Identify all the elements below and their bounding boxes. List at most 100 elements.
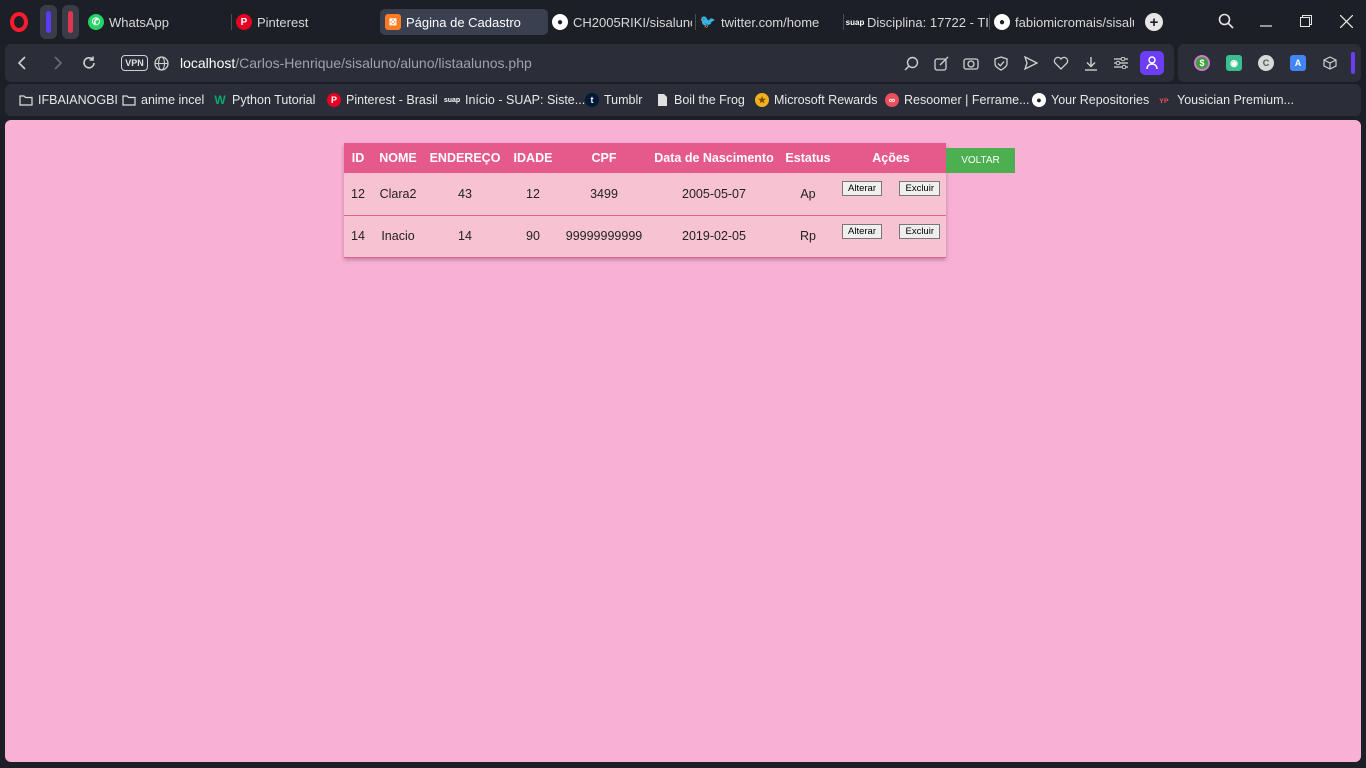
- cell-nome: Clara2: [372, 173, 424, 216]
- tab-strip: ✆ WhatsApp P Pinterest ⊠ Página de Cadas…: [0, 0, 1366, 44]
- bookmark-label: Yousician Premium...: [1177, 93, 1294, 107]
- extensions-bar: $ ◉ C A: [1178, 44, 1361, 82]
- url-path: /Carlos-Henrique/sisaluno/aluno/listaalu…: [235, 55, 532, 71]
- bookmark-python-tutorial[interactable]: W Python Tutorial: [213, 93, 315, 107]
- alterar-button[interactable]: Alterar: [842, 181, 882, 196]
- header-idade: IDADE: [506, 143, 560, 173]
- search-in-page-icon[interactable]: [903, 55, 919, 71]
- bookmark-suap[interactable]: suap Início - SUAP: Siste...: [444, 93, 585, 107]
- send-icon[interactable]: [1023, 55, 1039, 71]
- shield-icon[interactable]: [993, 55, 1009, 71]
- cell-acoes: Alterar Excluir: [836, 215, 946, 258]
- cell-data-nascimento: 2005-05-07: [648, 173, 780, 216]
- tab-label: Página de Cadastro: [406, 14, 521, 30]
- bookmarks-bar: IFBAIANOGBI anime incel W Python Tutoria…: [5, 84, 1361, 116]
- grammarly-extension-icon[interactable]: ◉: [1226, 55, 1242, 71]
- bookmark-label: Python Tutorial: [232, 93, 316, 107]
- table-header-row: ID NOME ENDEREÇO IDADE CPF Data de Nasci…: [344, 143, 946, 173]
- cell-estatus: Ap: [780, 173, 836, 216]
- cell-idade: 12: [506, 173, 560, 216]
- header-id: ID: [344, 143, 372, 173]
- extensions-cube-icon[interactable]: [1322, 55, 1338, 71]
- page-viewport: ID NOME ENDEREÇO IDADE CPF Data de Nasci…: [5, 120, 1361, 762]
- folder-icon: [19, 93, 33, 107]
- vpn-badge[interactable]: VPN: [121, 55, 148, 71]
- excluir-button[interactable]: Excluir: [899, 223, 940, 239]
- students-table: ID NOME ENDEREÇO IDADE CPF Data de Nasci…: [344, 143, 946, 258]
- url-host: localhost: [180, 55, 236, 71]
- profile-button[interactable]: [1140, 51, 1164, 75]
- globe-icon[interactable]: [152, 54, 170, 72]
- tab-github-sisaluno[interactable]: ● CH2005RIKI/sisaluno: [552, 9, 692, 35]
- tab-suap-disciplina[interactable]: suap Disciplina: 17722 - TIN: [846, 9, 988, 35]
- bookmark-microsoft-rewards[interactable]: ★ Microsoft Rewards: [755, 93, 878, 107]
- cell-data-nascimento: 2019-02-05: [648, 215, 780, 258]
- cell-estatus: Rp: [780, 215, 836, 258]
- bookmark-boil-the-frog[interactable]: Boil the Frog: [655, 93, 745, 107]
- tab-label: Disciplina: 17722 - TIN: [867, 14, 988, 30]
- header-nome: NOME: [372, 143, 424, 173]
- url-field[interactable]: localhost/Carlos-Henrique/sisaluno/aluno…: [180, 55, 532, 71]
- github-icon: ●: [994, 14, 1010, 30]
- tab-github-fabiomicromais[interactable]: ● fabiomicromais/sisalun: [994, 9, 1134, 35]
- cell-idade: 90: [506, 215, 560, 258]
- tab-label: CH2005RIKI/sisaluno: [573, 14, 692, 30]
- easy-setup-icon[interactable]: [1113, 55, 1129, 71]
- share-icon[interactable]: [933, 55, 949, 71]
- github-icon: ●: [1032, 93, 1046, 107]
- suap-icon: suap: [846, 17, 865, 27]
- bookmark-your-repositories[interactable]: ● Your Repositories: [1032, 93, 1149, 107]
- cell-nome: Inacio: [372, 215, 424, 258]
- whatsapp-icon: ✆: [88, 14, 104, 30]
- bookmark-label: Tumblr: [604, 93, 643, 107]
- suap-icon: suap: [443, 96, 461, 104]
- alterar-button[interactable]: Alterar: [842, 223, 882, 239]
- resoomer-icon: ∞: [885, 93, 899, 107]
- heart-icon[interactable]: [1053, 55, 1069, 71]
- address-bar: VPN localhost/Carlos-Henrique/sisaluno/a…: [5, 44, 1174, 82]
- back-button[interactable]: [13, 54, 31, 72]
- minimize-button[interactable]: [1254, 10, 1278, 32]
- sidebar-toggle-button[interactable]: [40, 5, 57, 39]
- search-tabs-icon[interactable]: [1214, 10, 1238, 32]
- translate-extension-icon[interactable]: A: [1290, 55, 1306, 71]
- dollar-extension-icon[interactable]: $: [1194, 55, 1210, 71]
- header-estatus: Estatus: [780, 143, 836, 173]
- tab-label: Pinterest: [257, 14, 309, 30]
- cell-acoes: Alterar Excluir: [836, 173, 946, 216]
- bookmark-pinterest-brasil[interactable]: P Pinterest - Brasil: [327, 93, 438, 107]
- camera-icon[interactable]: [963, 55, 979, 71]
- bookmark-label: Resoomer | Ferrame...: [904, 93, 1030, 107]
- bookmark-label: Boil the Frog: [674, 93, 745, 107]
- opera-logo-icon[interactable]: [10, 12, 28, 32]
- table-row: 12 Clara2 43 12 3499 2005-05-07 Ap Alter…: [344, 173, 946, 216]
- forward-button[interactable]: [49, 54, 67, 72]
- restore-button[interactable]: [1294, 10, 1318, 32]
- bookmark-resoomer[interactable]: ∞ Resoomer | Ferrame...: [885, 93, 1030, 107]
- tab-label: twitter.com/home: [721, 14, 820, 30]
- bookmark-anime-incel[interactable]: anime incel: [122, 93, 204, 107]
- new-tab-button[interactable]: +: [1145, 13, 1163, 31]
- sidebar-accent: [1351, 52, 1355, 74]
- tab-whatsapp[interactable]: ✆ WhatsApp: [88, 9, 228, 35]
- excluir-button[interactable]: Excluir: [899, 181, 940, 196]
- header-acoes: Ações: [836, 143, 946, 173]
- bookmark-label: Microsoft Rewards: [774, 93, 878, 107]
- w3schools-icon: W: [214, 93, 226, 107]
- bookmark-yousician[interactable]: ʏᴘ Yousician Premium...: [1156, 93, 1294, 107]
- reload-button[interactable]: [80, 54, 98, 72]
- cell-id: 14: [344, 215, 372, 258]
- cell-id: 12: [344, 173, 372, 216]
- bookmark-label: Your Repositories: [1051, 93, 1150, 107]
- bookmark-ifbaianogbi[interactable]: IFBAIANOGBI: [19, 93, 118, 107]
- bookmark-tumblr[interactable]: t Tumblr: [585, 93, 642, 107]
- header-data-nascimento: Data de Nascimento: [648, 143, 780, 173]
- workspace-button[interactable]: [62, 5, 79, 39]
- tab-twitter[interactable]: 🐦 twitter.com/home: [700, 9, 840, 35]
- tab-pinterest[interactable]: P Pinterest: [236, 9, 376, 35]
- voltar-button[interactable]: VOLTAR: [946, 148, 1015, 173]
- tab-pagina-de-cadastro[interactable]: ⊠ Página de Cadastro: [380, 9, 548, 35]
- close-window-button[interactable]: [1334, 10, 1358, 32]
- c-extension-icon[interactable]: C: [1258, 55, 1274, 71]
- download-icon[interactable]: [1083, 55, 1099, 71]
